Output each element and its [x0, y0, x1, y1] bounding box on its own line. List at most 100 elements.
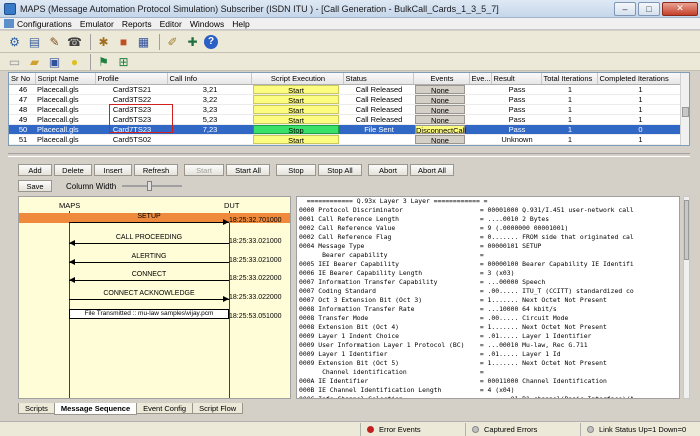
decode-line[interactable]: 0009 Layer 1 Identifier = .01..... Layer…: [299, 350, 679, 359]
col-sr-no[interactable]: Sr No: [9, 73, 36, 85]
error-events-status[interactable]: Error Events: [360, 422, 465, 436]
menu-reports[interactable]: Reports: [122, 19, 152, 29]
sequence-message[interactable]: CONNECT 18:25:33.022000: [69, 271, 282, 283]
decode-scrollbar[interactable]: [683, 196, 690, 399]
refresh-button[interactable]: Refresh: [134, 164, 178, 176]
start-button[interactable]: Start: [253, 104, 339, 113]
col-total-iterations[interactable]: Total Iterations: [541, 73, 598, 85]
sequence-message[interactable]: CALL PROCEEDING 18:25:33.021000: [69, 234, 282, 246]
settings-icon[interactable]: ✱: [95, 33, 112, 50]
decode-line[interactable]: 0008 Extension Bit (Oct 4) = 1....... Ne…: [299, 323, 679, 332]
decode-line[interactable]: 0005 IEI Bearer Capability = 00000100 Be…: [299, 260, 679, 269]
phone-icon[interactable]: ☎: [66, 33, 83, 50]
decode-line[interactable]: 0009 Extension Bit (Oct 5) = 1....... Ne…: [299, 359, 679, 368]
flag-icon[interactable]: ⚑: [95, 53, 112, 70]
lightbulb-icon[interactable]: ●: [66, 53, 83, 70]
event-button[interactable]: None: [415, 84, 465, 93]
start-button[interactable]: Start: [184, 164, 224, 176]
menu-editor[interactable]: Editor: [160, 19, 182, 29]
scrollbar-thumb[interactable]: [682, 107, 689, 117]
decode-line[interactable]: Bearer capability =: [299, 251, 679, 260]
abort-all-button[interactable]: Abort All: [410, 164, 454, 176]
new-file-icon[interactable]: ▭: [6, 53, 23, 70]
scrollbar-thumb[interactable]: [684, 200, 689, 260]
tab-event-config[interactable]: Event Config: [136, 403, 194, 414]
menu-windows[interactable]: Windows: [190, 19, 224, 29]
start-button[interactable]: Start: [253, 94, 339, 103]
col-script-execution[interactable]: Script Execution: [251, 73, 344, 85]
cards-icon[interactable]: ▦: [135, 33, 152, 50]
add-user-icon[interactable]: ✚: [184, 33, 201, 50]
gear-icon[interactable]: ⚙: [6, 33, 23, 50]
decode-line[interactable]: ============ Q.93x Layer 3 Layer =======…: [299, 197, 679, 206]
decode-panel[interactable]: ============ Q.93x Layer 3 Layer =======…: [296, 196, 680, 399]
start-button[interactable]: Start: [253, 134, 339, 143]
disconnect-call-button[interactable]: DisconnectCall: [415, 124, 466, 133]
decode-line[interactable]: 0008 Transfer Mode = .00..... Circuit Mo…: [299, 314, 679, 323]
file-transmitted-message[interactable]: File Transmitted :: mu-law samples\vijay…: [69, 309, 282, 325]
help-icon[interactable]: ?: [204, 34, 218, 49]
event-button[interactable]: None: [415, 94, 465, 103]
tab-scripts[interactable]: Scripts: [18, 403, 55, 414]
start-all-button[interactable]: Start All: [226, 164, 270, 176]
decode-line[interactable]: 0007 Coding Standard = .00..... ITU_T (C…: [299, 287, 679, 296]
stop-button[interactable]: Stop: [276, 164, 316, 176]
event-button[interactable]: None: [415, 104, 465, 113]
decode-line[interactable]: 0004 Message Type = 00000101 SETUP: [299, 242, 679, 251]
sequence-message[interactable]: SETUP 18:25:32.701000: [69, 213, 282, 225]
tab-message-sequence[interactable]: Message Sequence: [53, 403, 138, 415]
decode-line[interactable]: 0001 Call Reference Length = ....0010 2 …: [299, 215, 679, 224]
delete-button[interactable]: Delete: [54, 164, 92, 176]
decode-line[interactable]: 0000 Protocol Discriminator = 00001000 Q…: [299, 206, 679, 215]
insert-button[interactable]: Insert: [94, 164, 132, 176]
menu-configurations[interactable]: Configurations: [17, 19, 72, 29]
decode-line[interactable]: 0009 User Information Layer 1 Protocol (…: [299, 341, 679, 350]
menu-help[interactable]: Help: [232, 19, 249, 29]
decode-line[interactable]: 0009 Layer 1 Indent Choice = .01..... La…: [299, 332, 679, 341]
col-status[interactable]: Status: [343, 73, 414, 85]
table-row[interactable]: 47 Placecall.gls Card3TS22 3,22 Start Ca…: [9, 94, 682, 105]
event-button[interactable]: None: [415, 134, 465, 143]
maximize-button[interactable]: □: [638, 1, 660, 16]
col-script-name[interactable]: Script Name: [35, 73, 96, 85]
add-button[interactable]: Add: [18, 164, 52, 176]
col-events[interactable]: Events: [413, 73, 470, 85]
slider-knob[interactable]: [147, 181, 153, 191]
save-button[interactable]: Save: [18, 180, 52, 192]
decode-line[interactable]: 000B IE Channel Identification Length = …: [299, 386, 679, 395]
decode-line[interactable]: Channel identification =: [299, 368, 679, 377]
save-icon[interactable]: ▣: [46, 53, 63, 70]
table-row[interactable]: 51 Placecall.gls Card5TS02 Start None Un…: [9, 134, 682, 145]
decode-line[interactable]: 0007 Oct 3 Extension Bit (Oct 3) = 1....…: [299, 296, 679, 305]
decode-line[interactable]: 0002 Call Reference Value = 9 (.0000000 …: [299, 224, 679, 233]
package-icon[interactable]: ■: [115, 33, 132, 50]
start-button[interactable]: Start: [253, 84, 339, 93]
close-button[interactable]: ✕: [662, 1, 698, 16]
pane-splitter[interactable]: [8, 153, 690, 157]
abort-button[interactable]: Abort: [368, 164, 408, 176]
captured-errors-status[interactable]: Captured Errors: [465, 422, 580, 436]
event-button[interactable]: None: [415, 114, 465, 123]
decode-line[interactable]: 0002 Call Reference Flag = 0....... FROM…: [299, 233, 679, 242]
open-folder-icon[interactable]: ▰: [26, 53, 43, 70]
decode-line[interactable]: 000C Info Channel Selection = ......01 B…: [299, 395, 679, 398]
sequence-message[interactable]: CONNECT ACKNOWLEDGE 18:25:33.022000: [69, 290, 282, 302]
col-eve[interactable]: Eve...: [469, 73, 492, 85]
decode-line[interactable]: 0008 Information Transfer Rate = ...1000…: [299, 305, 679, 314]
menu-emulator[interactable]: Emulator: [80, 19, 114, 29]
column-width-slider[interactable]: [122, 181, 183, 191]
col-profile[interactable]: Profile: [95, 73, 168, 85]
wrench-icon[interactable]: ✎: [46, 33, 63, 50]
decode-line[interactable]: 0007 Information Transfer Capability = .…: [299, 278, 679, 287]
sequence-message[interactable]: ALERTING 18:25:33.021000: [69, 253, 282, 265]
start-button[interactable]: Start: [253, 114, 339, 123]
network-icon[interactable]: ⊞: [115, 53, 132, 70]
stop-all-button[interactable]: Stop All: [318, 164, 362, 176]
stop-script-button[interactable]: Stop: [253, 124, 339, 133]
decode-line[interactable]: 0006 IE Bearer Capability Length = 3 (x0…: [299, 269, 679, 278]
table-scrollbar[interactable]: [680, 73, 689, 145]
edit-icon[interactable]: ✐: [164, 33, 181, 50]
tab-script-flow[interactable]: Script Flow: [192, 403, 244, 414]
col-completed-iterations[interactable]: Completed Iterations: [597, 73, 683, 85]
notebook-icon[interactable]: ▤: [26, 33, 43, 50]
